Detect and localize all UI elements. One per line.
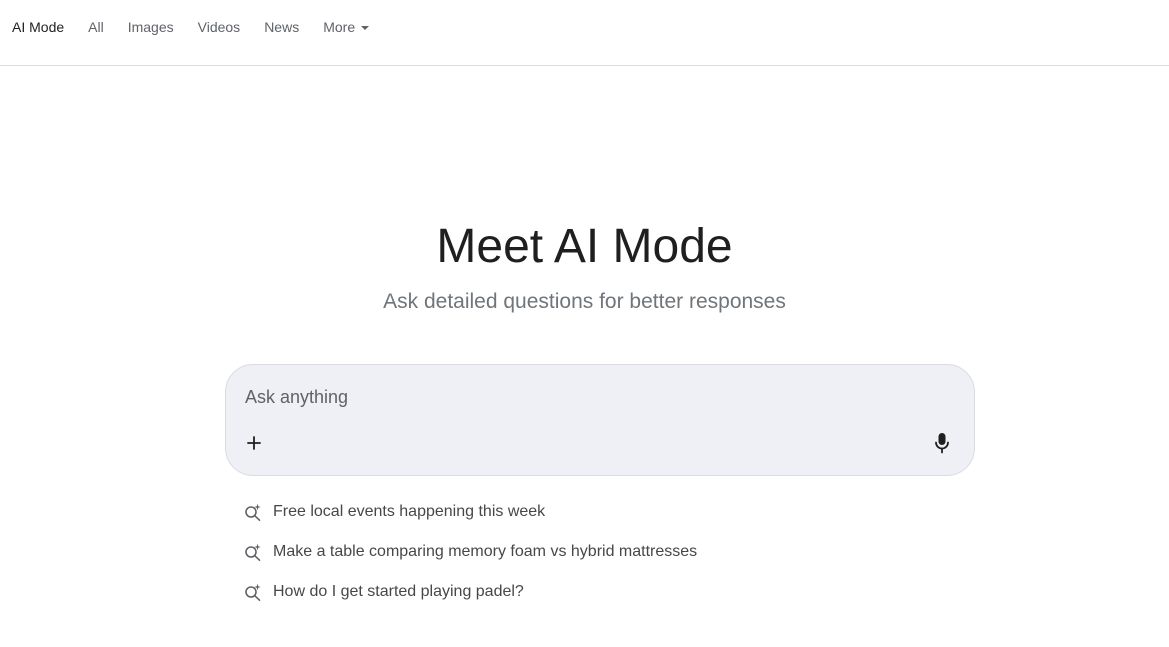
tab-all[interactable]: All	[88, 18, 104, 36]
tab-label: AI Mode	[12, 19, 65, 35]
tab-label: Images	[127, 19, 174, 35]
tab-images[interactable]: Images	[128, 18, 174, 36]
search-sparkle-icon	[244, 543, 262, 561]
page-subtitle: Ask detailed questions for better respon…	[383, 290, 786, 313]
tab-ai-mode[interactable]: AI Mode	[12, 18, 64, 36]
tab-label: More	[323, 19, 356, 35]
tab-label: All	[88, 19, 104, 35]
suggestion-list: Free local events happening this week Ma…	[244, 500, 697, 620]
top-navigation-bar: AI Mode All Images Videos News More	[0, 0, 1169, 66]
suggestion-item[interactable]: Free local events happening this week	[244, 500, 697, 524]
search-tabs: AI Mode All Images Videos News More	[12, 18, 393, 36]
microphone-icon	[935, 433, 949, 454]
suggestion-text: Free local events happening this week	[273, 503, 546, 520]
plus-icon	[247, 436, 261, 450]
page-title: Meet AI Mode	[436, 220, 733, 273]
suggestion-item[interactable]: Make a table comparing memory foam vs hy…	[244, 540, 697, 564]
add-attachment-button[interactable]	[242, 431, 266, 455]
search-sparkle-icon	[244, 503, 262, 521]
tab-label: Videos	[197, 19, 241, 35]
voice-search-button[interactable]	[930, 431, 954, 455]
search-box	[225, 364, 975, 476]
caret-down-icon	[361, 25, 370, 30]
search-sparkle-icon	[244, 583, 262, 601]
tab-videos[interactable]: Videos	[198, 18, 241, 36]
tab-more-dropdown[interactable]: More	[323, 18, 370, 36]
tab-news[interactable]: News	[264, 18, 299, 36]
suggestion-text: Make a table comparing memory foam vs hy…	[273, 543, 698, 560]
suggestion-item[interactable]: How do I get started playing padel?	[244, 580, 697, 604]
suggestion-text: How do I get started playing padel?	[273, 583, 524, 600]
tab-label: News	[264, 19, 300, 35]
search-input[interactable]	[245, 383, 945, 411]
